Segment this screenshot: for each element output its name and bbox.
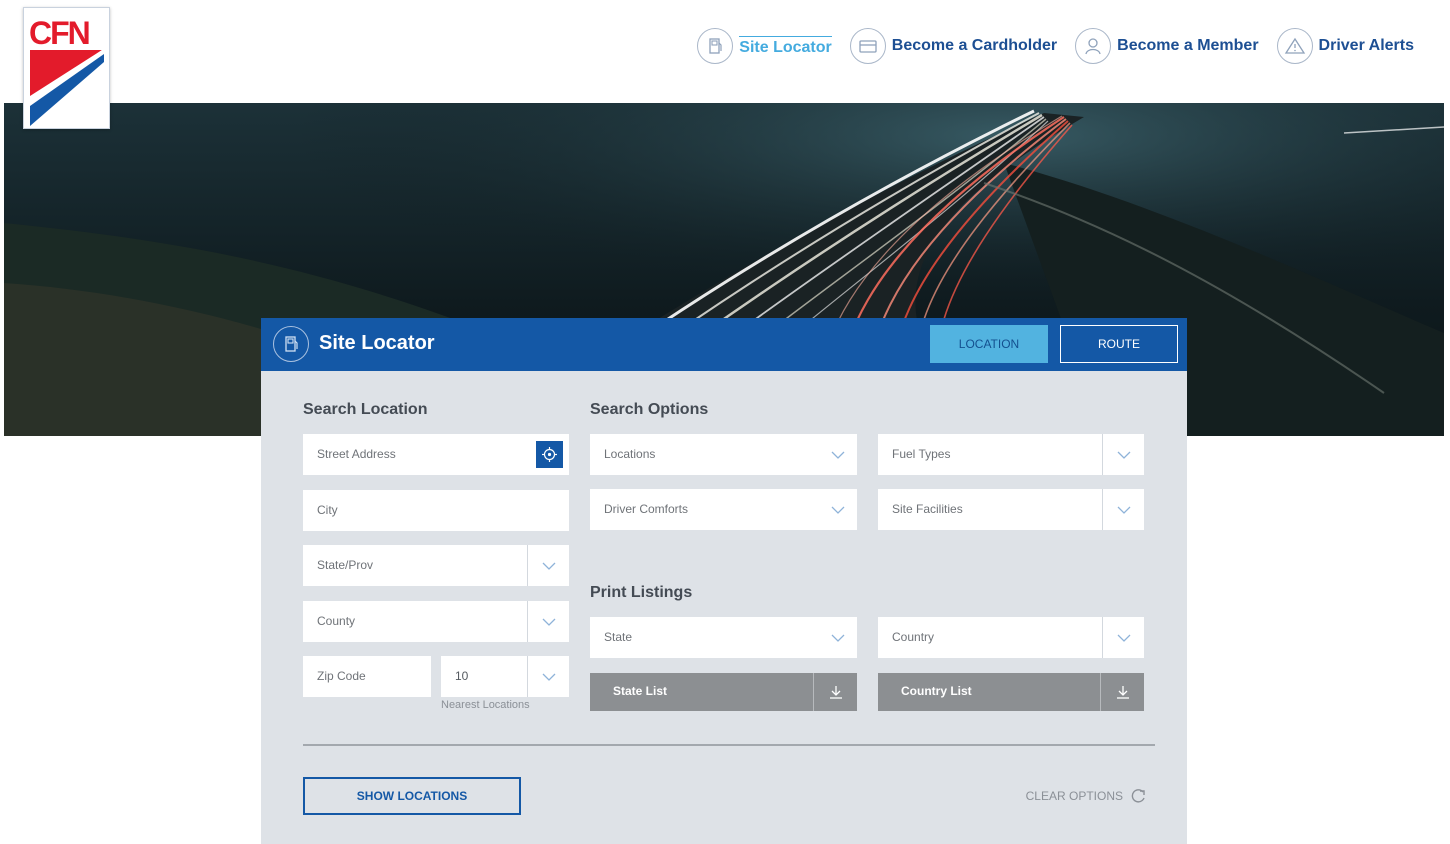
state-prov-select[interactable]: State/Prov (303, 545, 569, 586)
cfn-logo[interactable]: CFN (23, 7, 110, 129)
chevron-down-icon (831, 489, 845, 530)
print-country-placeholder: Country (892, 630, 935, 644)
fuel-types-select[interactable]: Fuel Types (878, 434, 1144, 475)
state-list-download-button[interactable]: State List (590, 673, 857, 711)
search-options-heading: Search Options (590, 401, 709, 418)
nearest-locations-value: 10 (455, 669, 469, 683)
chevron-down-icon (527, 656, 569, 697)
state-prov-placeholder: State/Prov (317, 558, 374, 572)
street-address-input[interactable]: Street Address (303, 434, 569, 475)
print-state-select[interactable]: State (590, 617, 857, 658)
zip-code-placeholder: Zip Code (317, 669, 366, 683)
nav-become-member-label: Become a Member (1117, 37, 1259, 54)
city-placeholder: City (317, 503, 338, 517)
nav-site-locator-label: Site Locator (739, 35, 832, 57)
search-location-heading: Search Location (303, 401, 428, 418)
panel-title: Site Locator (319, 332, 435, 354)
country-list-label: Country List (901, 684, 972, 698)
cfn-logo-graphic: CFN (29, 15, 104, 126)
download-icon (1100, 673, 1144, 711)
chevron-down-icon (831, 434, 845, 475)
tab-route[interactable]: ROUTE (1060, 325, 1178, 363)
site-facilities-placeholder: Site Facilities (892, 502, 963, 516)
chevron-down-icon (1102, 434, 1144, 475)
chevron-down-icon (527, 601, 569, 642)
card-icon (849, 28, 886, 64)
geolocate-button[interactable] (536, 441, 563, 468)
show-locations-button[interactable]: SHOW LOCATIONS (303, 777, 521, 815)
tab-location[interactable]: LOCATION (930, 325, 1048, 363)
nav-driver-alerts[interactable]: Driver Alerts (1276, 28, 1414, 64)
site-facilities-select[interactable]: Site Facilities (878, 489, 1144, 530)
nav-driver-alerts-label: Driver Alerts (1318, 37, 1414, 54)
site-locator-header: Site Locator LOCATION ROUTE (261, 318, 1187, 371)
fuel-pump-icon (697, 28, 734, 64)
driver-comforts-placeholder: Driver Comforts (604, 502, 689, 516)
street-address-placeholder: Street Address (317, 447, 396, 461)
site-locator-panel: Site Locator LOCATION ROUTE Search Locat… (261, 318, 1187, 844)
nav-become-cardholder-label: Become a Cardholder (891, 37, 1058, 54)
driver-comforts-select[interactable]: Driver Comforts (590, 489, 857, 530)
nearest-locations-select[interactable]: 10 (441, 656, 569, 697)
country-list-download-button[interactable]: Country List (878, 673, 1144, 711)
chevron-down-icon (1102, 617, 1144, 658)
fuel-pump-icon (273, 326, 309, 362)
county-placeholder: County (317, 614, 356, 628)
state-list-label: State List (613, 684, 668, 698)
print-country-select[interactable]: Country (878, 617, 1144, 658)
locations-select[interactable]: Locations (590, 434, 857, 475)
refresh-icon (1131, 789, 1145, 803)
logo-text: CFN (29, 15, 89, 51)
city-input[interactable]: City (303, 490, 569, 531)
chevron-down-icon (1102, 489, 1144, 530)
nav-become-cardholder[interactable]: Become a Cardholder (849, 28, 1058, 64)
download-icon (813, 673, 857, 711)
chevron-down-icon (527, 545, 569, 586)
user-icon (1075, 28, 1112, 64)
fuel-types-placeholder: Fuel Types (892, 447, 951, 461)
top-nav: Site Locator Become a Cardholder Become … (679, 28, 1414, 64)
print-listings-heading: Print Listings (590, 584, 693, 601)
nav-become-member[interactable]: Become a Member (1075, 28, 1259, 64)
panel-divider (303, 744, 1155, 746)
chevron-down-icon (831, 617, 845, 658)
clear-options-label: CLEAR OPTIONS (1025, 789, 1123, 803)
warning-icon (1276, 28, 1313, 64)
clear-options-button[interactable]: CLEAR OPTIONS (1026, 787, 1147, 805)
county-select[interactable]: County (303, 601, 569, 642)
crosshair-icon (542, 447, 557, 462)
print-state-placeholder: State (604, 630, 633, 644)
zip-code-input[interactable]: Zip Code (303, 656, 431, 697)
locations-placeholder: Locations (604, 447, 656, 461)
nav-site-locator[interactable]: Site Locator (697, 28, 832, 64)
nearest-locations-caption: Nearest Locations (441, 699, 530, 711)
